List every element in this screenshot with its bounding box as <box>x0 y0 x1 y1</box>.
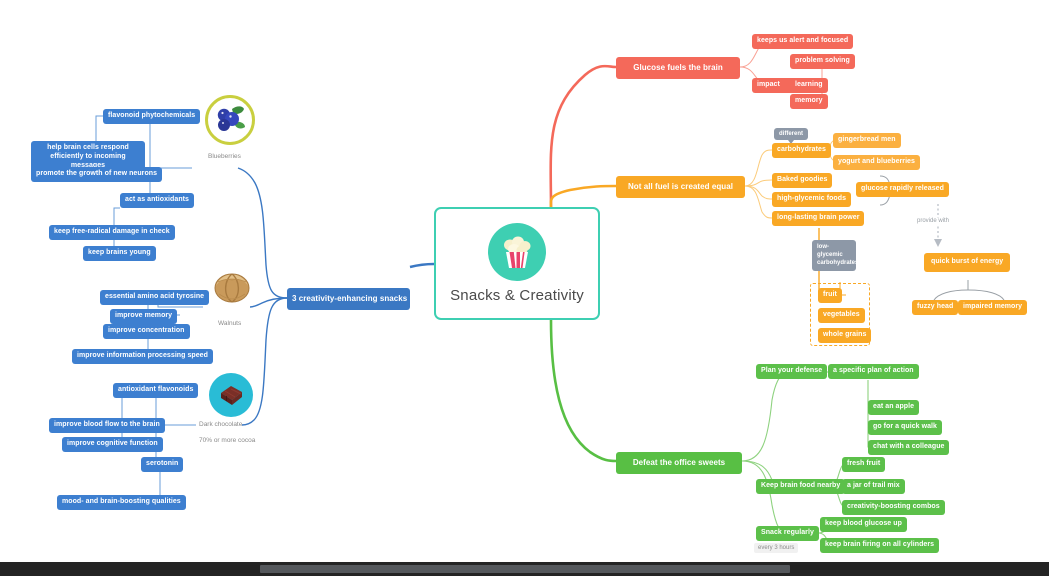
node-eat-an-apple[interactable]: eat an apple <box>868 400 920 415</box>
node-chat-with-a-colleague[interactable]: chat with a colleague <box>868 440 950 455</box>
dotted-relation-label: provide with <box>915 218 952 224</box>
callout-label: different <box>774 128 808 140</box>
node-high-glycemic-foods[interactable]: high-glycemic foods <box>772 192 852 207</box>
node-keep-free-radical-damage[interactable]: keep free-radical damage in check <box>49 225 175 240</box>
node-impaired-memory[interactable]: impaired memory <box>958 300 1028 315</box>
label-blueberries: Blueberries <box>208 153 241 160</box>
label-dark-chocolate: Dark chocolate <box>199 421 243 428</box>
blueberries-icon <box>205 95 255 145</box>
node-low-glycemic-carbohydrates[interactable]: low-glycemic carbohydrates <box>812 240 858 272</box>
chocolate-icon <box>209 373 253 417</box>
branch-snacks-root[interactable]: 3 creativity-enhancing snacks <box>287 288 410 310</box>
node-fruit[interactable]: fruit <box>818 288 842 303</box>
node-carbohydrates[interactable]: carbohydrates <box>772 143 831 158</box>
node-keep-brains-young[interactable]: keep brains young <box>83 246 156 261</box>
node-keep-brain-food-nearby[interactable]: Keep brain food nearby <box>756 479 846 494</box>
branch-glucose-root[interactable]: Glucose fuels the brain <box>616 57 740 79</box>
node-learning[interactable]: learning <box>790 78 828 93</box>
branch-fuel-root[interactable]: Not all fuel is created equal <box>616 176 745 198</box>
label-walnuts: Walnuts <box>218 320 242 327</box>
central-node[interactable]: Snacks & Creativity <box>434 207 600 320</box>
node-gingerbread-men[interactable]: gingerbread men <box>833 133 901 148</box>
popcorn-icon <box>488 223 546 281</box>
node-improve-cognitive-function[interactable]: improve cognitive function <box>62 437 163 452</box>
node-keep-brain-firing[interactable]: keep brain firing on all cylinders <box>820 538 940 553</box>
node-improve-processing-speed[interactable]: improve information processing speed <box>72 349 213 364</box>
node-baked-goodies[interactable]: Baked goodies <box>772 173 833 188</box>
node-problem-solving[interactable]: problem solving <box>790 54 855 69</box>
node-plan-your-defense[interactable]: Plan your defense <box>756 364 828 379</box>
node-flavonoid-phytochemicals[interactable]: flavonoid phytochemicals <box>103 109 201 124</box>
horizontal-scrollbar-thumb[interactable] <box>260 565 790 573</box>
node-glucose-rapidly-released[interactable]: glucose rapidly released <box>856 182 949 197</box>
branch-sweets-root[interactable]: Defeat the office sweets <box>616 452 742 474</box>
node-long-lasting-brain-power[interactable]: long-lasting brain power <box>772 211 865 226</box>
node-serotonin[interactable]: serotonin <box>141 457 184 472</box>
mindmap-canvas[interactable]: Snacks & Creativity Glucose fuels the br… <box>0 0 1049 562</box>
node-fresh-fruit[interactable]: fresh fruit <box>842 457 886 472</box>
node-go-for-a-quick-walk[interactable]: go for a quick walk <box>868 420 942 435</box>
node-jar-of-trail-mix[interactable]: a jar of trail mix <box>842 479 905 494</box>
node-fuzzy-head[interactable]: fuzzy head <box>912 300 959 315</box>
note-cocoa-percentage: 70% or more cocoa <box>199 437 256 444</box>
node-improve-concentration[interactable]: improve concentration <box>103 324 190 339</box>
node-antioxidant-flavonoids[interactable]: antioxidant flavonoids <box>113 383 199 398</box>
node-act-as-antioxidants[interactable]: act as antioxidants <box>120 193 194 208</box>
node-keep-blood-glucose-up[interactable]: keep blood glucose up <box>820 517 907 532</box>
node-snack-regularly[interactable]: Snack regularly <box>756 526 819 541</box>
node-essential-amino-acid-tyrosine[interactable]: essential amino acid tyrosine <box>100 290 210 305</box>
node-promote-new-neurons[interactable]: promote the growth of new neurons <box>31 167 163 182</box>
note-every-3-hours: every 3 hours <box>754 543 799 553</box>
walnut-icon <box>208 264 256 312</box>
node-specific-plan-of-action[interactable]: a specific plan of action <box>828 364 919 379</box>
node-keeps-alert[interactable]: keeps us alert and focused <box>752 34 854 49</box>
node-creativity-boosting-combos[interactable]: creativity-boosting combos <box>842 500 945 515</box>
node-mood-brain-boosting[interactable]: mood- and brain-boosting qualities <box>57 495 186 510</box>
node-improve-memory[interactable]: improve memory <box>110 309 178 324</box>
node-improve-blood-flow[interactable]: improve blood flow to the brain <box>49 418 165 433</box>
page-title: Snacks & Creativity <box>450 287 584 304</box>
node-quick-burst-of-energy[interactable]: quick burst of energy <box>924 253 1011 272</box>
node-vegetables[interactable]: vegetables <box>818 308 865 323</box>
node-memory[interactable]: memory <box>790 94 828 109</box>
node-whole-grains[interactable]: whole grains <box>818 328 872 343</box>
callout-different: different <box>774 128 808 144</box>
node-yogurt-blueberries[interactable]: yogurt and blueberries <box>833 155 920 170</box>
